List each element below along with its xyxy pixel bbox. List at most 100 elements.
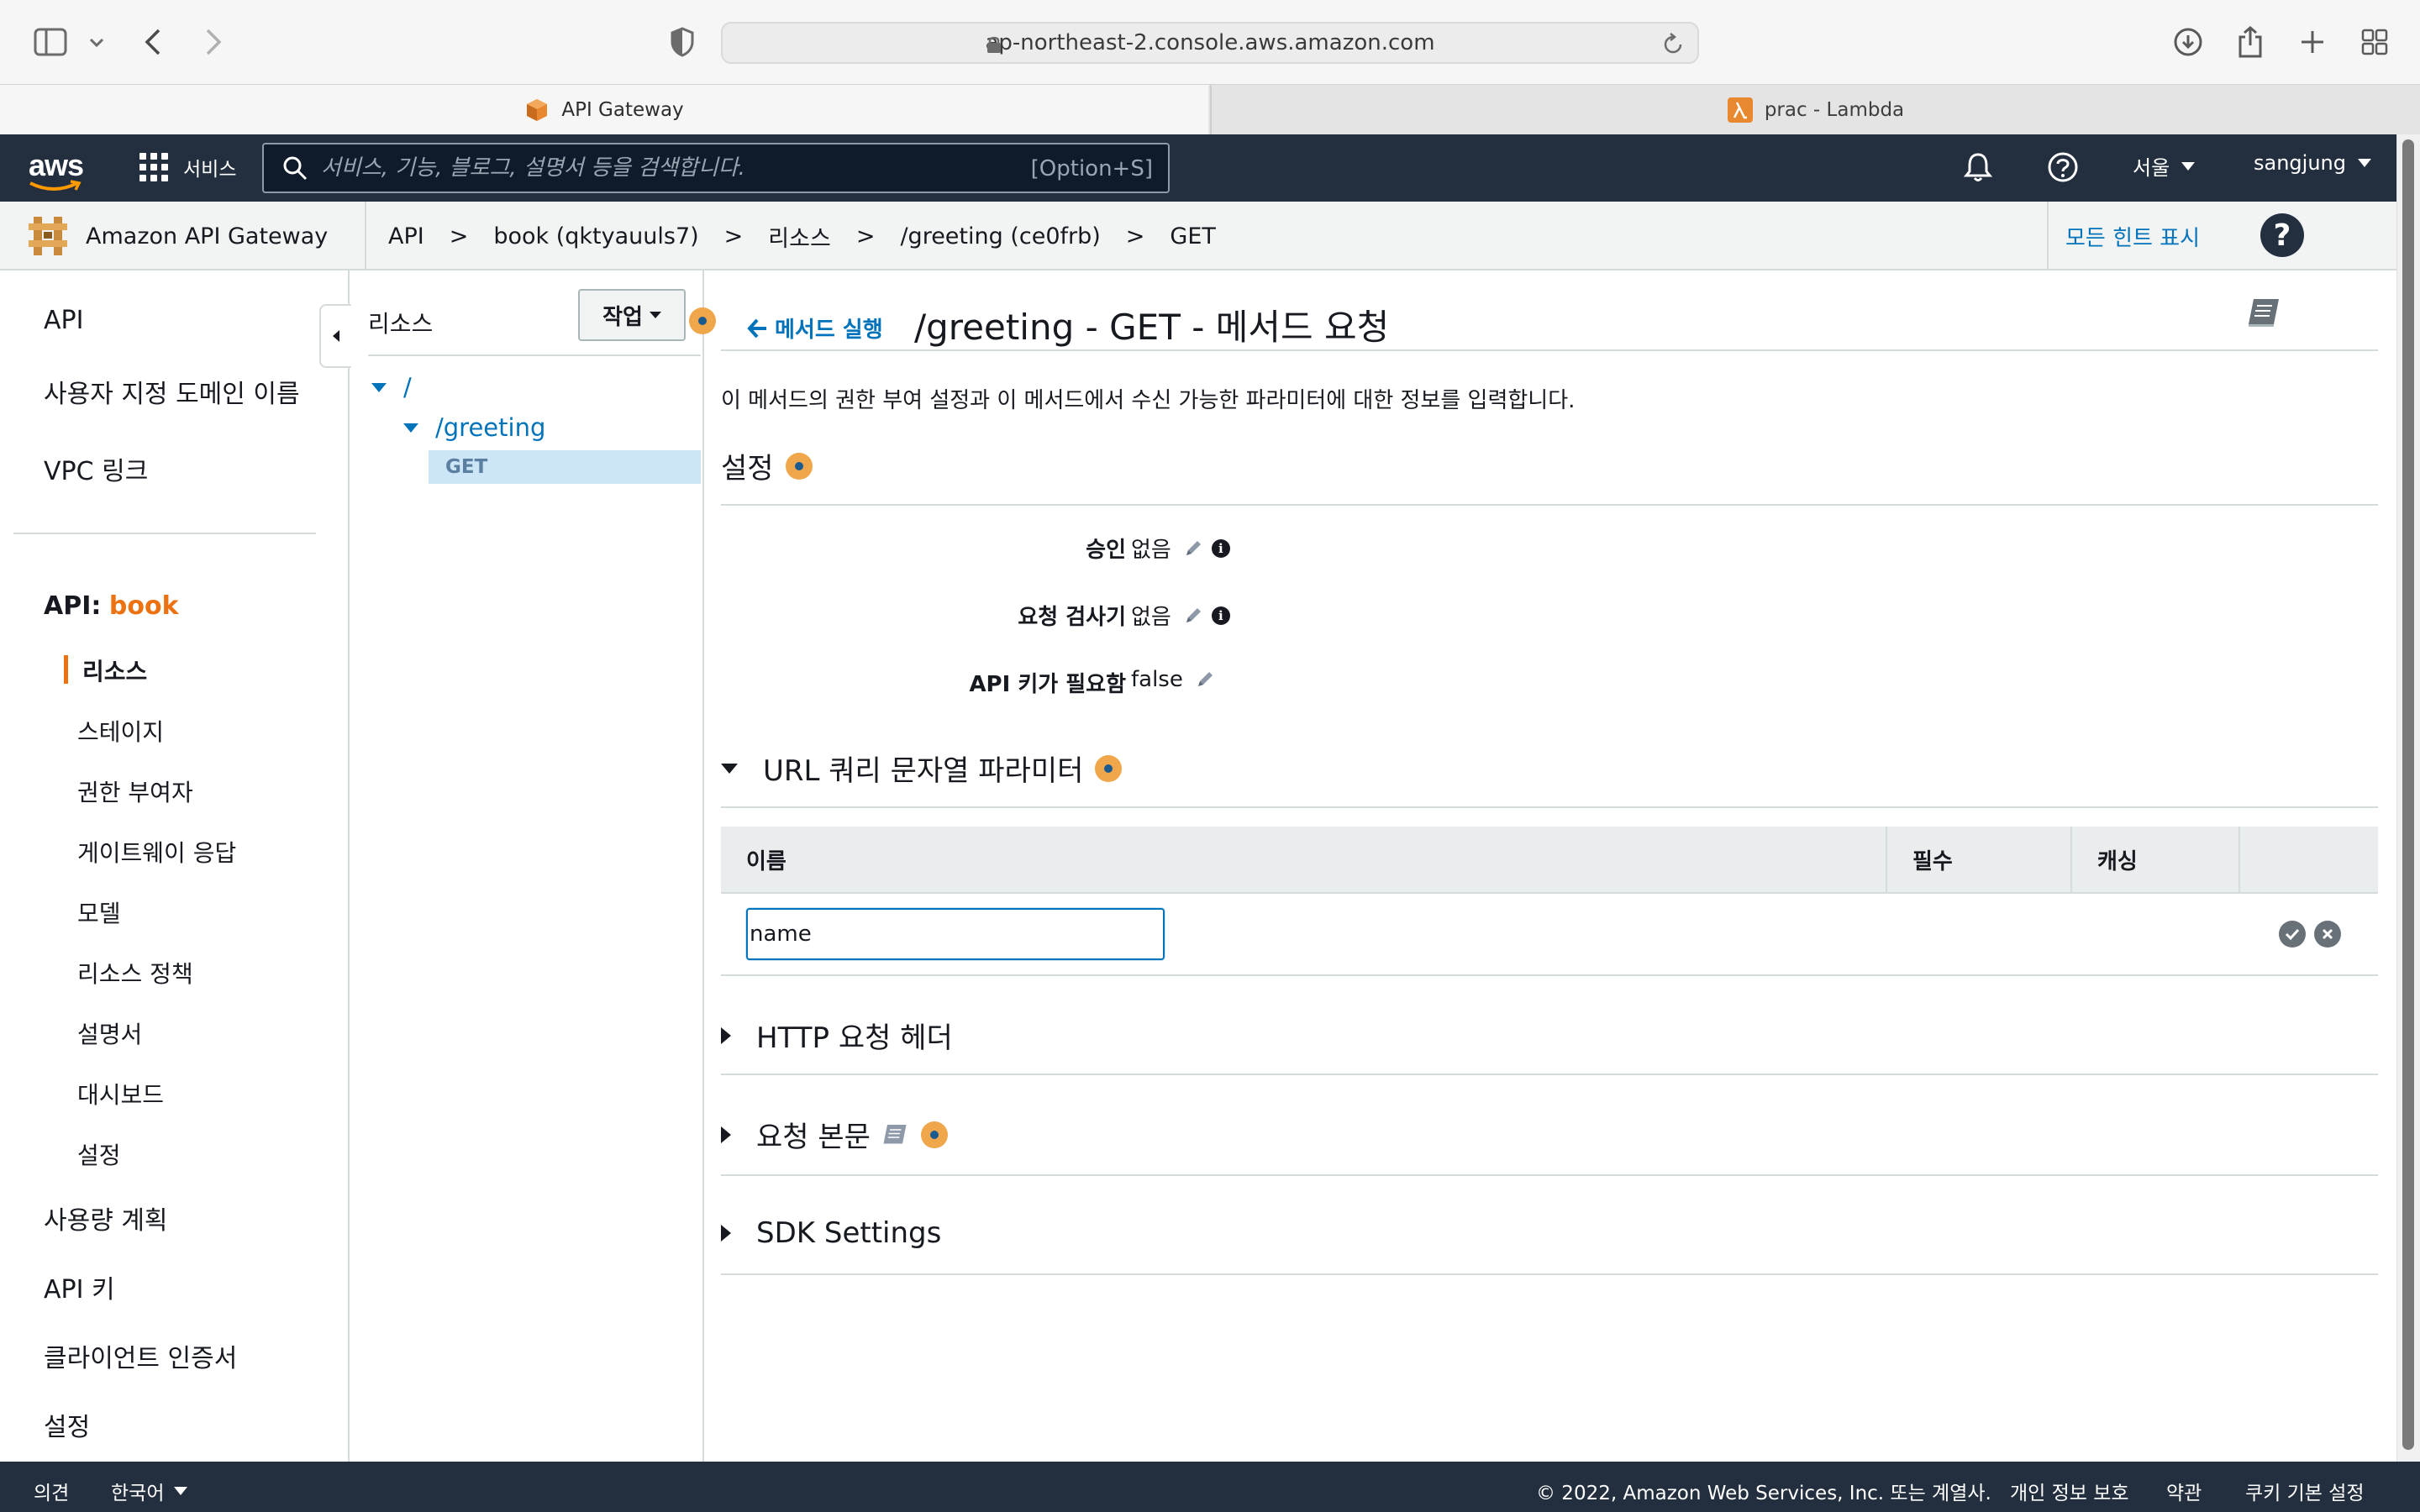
cancel-icon[interactable] (2314, 921, 2341, 948)
console-footer: 의견 한국어 © 2022, Amazon Web Services, Inc.… (0, 1462, 2420, 1512)
cookie-preferences-link[interactable]: 쿠키 기본 설정 (2245, 1477, 2365, 1505)
expand-triangle-icon[interactable] (371, 382, 387, 392)
hint-icon[interactable] (785, 452, 813, 480)
lambda-favicon-icon (1727, 97, 1753, 123)
caret-left-icon (333, 330, 339, 342)
confirm-icon[interactable] (2279, 921, 2306, 948)
nav-item-stages[interactable]: 스테이지 (77, 714, 164, 748)
breadcrumb-book[interactable]: book (qktyauuls7) (493, 223, 698, 249)
service-help-button[interactable]: ? (2260, 213, 2304, 257)
actions-dropdown-button[interactable]: 작업 (578, 289, 686, 341)
nav-item-resources[interactable]: 리소스 (82, 654, 147, 687)
breadcrumb-separator: > (723, 223, 744, 249)
browser-toolbar: ap-northeast-2.console.aws.amazon.com (0, 0, 2420, 84)
expand-triangle-icon (721, 1225, 731, 1242)
divider (721, 504, 2378, 506)
aws-smile-icon (29, 180, 82, 191)
scrollbar-thumb[interactable] (2402, 139, 2414, 1450)
search-input[interactable] (321, 155, 1010, 181)
caret-down-icon (2357, 159, 2371, 167)
method-execution-link[interactable]: 메서드 실행 (746, 312, 883, 344)
terms-link[interactable]: 약관 (2166, 1477, 2202, 1505)
shield-icon[interactable] (666, 25, 699, 59)
feedback-link[interactable]: 의견 (34, 1477, 69, 1505)
breadcrumb-api[interactable]: API (388, 223, 424, 249)
info-icon[interactable]: i (1211, 606, 1230, 625)
hint-icon[interactable] (920, 1121, 948, 1148)
nav-item-resource-policy[interactable]: 리소스 정책 (77, 956, 193, 990)
book-icon[interactable] (2245, 296, 2282, 333)
sidebar-toggle-icon[interactable] (32, 25, 69, 59)
tree-node-greeting[interactable]: /greeting (403, 413, 545, 442)
pencil-icon[interactable] (1195, 669, 1215, 690)
address-bar[interactable]: ap-northeast-2.console.aws.amazon.com (721, 22, 1699, 64)
expand-triangle-icon[interactable] (403, 423, 418, 433)
breadcrumb-resources[interactable]: 리소스 (768, 220, 831, 253)
tree-node-get-method[interactable]: GET (429, 450, 701, 484)
service-home-link[interactable]: Amazon API Gateway (27, 202, 366, 270)
page-scrollbar[interactable] (2396, 134, 2420, 1462)
request-body-section-toggle[interactable]: 요청 본문 (721, 1114, 948, 1155)
hint-icon[interactable] (1095, 754, 1123, 782)
grid-icon (139, 153, 168, 181)
table-header: 이름 필수 캐싱 (721, 827, 2378, 894)
download-icon[interactable] (2170, 25, 2207, 59)
help-button[interactable] (2047, 151, 2079, 183)
share-icon[interactable] (2233, 24, 2267, 60)
nav-item-api-settings[interactable]: 설정 (77, 1137, 121, 1171)
request-validator-label: 요청 검사기 (1018, 605, 1126, 630)
book-icon[interactable] (881, 1122, 909, 1147)
copyright-text: © 2022, Amazon Web Services, Inc. 또는 계열사… (1536, 1483, 1991, 1504)
active-indicator (64, 655, 68, 684)
section-title-text: URL 쿼리 문자열 파라미터 (763, 754, 1084, 788)
breadcrumb-get[interactable]: GET (1170, 223, 1215, 249)
reload-icon[interactable] (1662, 32, 1684, 59)
tab-overview-icon[interactable] (2358, 25, 2391, 59)
tab-lambda[interactable]: prac - Lambda (1210, 85, 2420, 135)
aws-logo[interactable]: aws (29, 148, 84, 183)
query-params-section-toggle[interactable]: URL 쿼리 문자열 파라미터 (721, 748, 1123, 789)
section-title-text: SDK Settings (756, 1216, 942, 1250)
search-box[interactable]: [Option+S] (262, 143, 1170, 193)
nav-item-documentation[interactable]: 설명서 (77, 1016, 142, 1050)
nav-item-authorizers[interactable]: 권한 부여자 (77, 774, 193, 808)
sdk-settings-section-toggle[interactable]: SDK Settings (721, 1216, 941, 1250)
new-tab-icon[interactable] (2296, 25, 2329, 59)
pencil-icon[interactable] (1183, 538, 1203, 559)
show-all-hints-button[interactable]: 모든 힌트 표시 (2047, 202, 2217, 270)
nav-item-usage-plans[interactable]: 사용량 계획 (44, 1200, 168, 1236)
services-menu-button[interactable]: 서비스 (139, 153, 236, 181)
nav-item-custom-domain[interactable]: 사용자 지정 도메인 이름 (44, 373, 300, 410)
service-breadcrumb-bar: Amazon API Gateway API > book (qktyauuls… (0, 202, 2396, 270)
pencil-icon[interactable] (1183, 606, 1203, 626)
resource-tree-panel: 리소스 작업 / /greeting GET (351, 270, 704, 1462)
region-selector[interactable]: 서울 (2133, 151, 2196, 181)
param-name-input[interactable] (746, 908, 1165, 960)
notifications-button[interactable] (1963, 151, 1993, 183)
nav-item-dashboard[interactable]: 대시보드 (77, 1077, 164, 1110)
authorization-value: 없음 i (1131, 533, 1230, 564)
search-shortcut-hint: [Option+S] (1030, 156, 1153, 181)
resource-tree-title: 리소스 (368, 310, 434, 338)
back-icon[interactable] (136, 25, 170, 59)
forward-icon[interactable] (197, 25, 230, 59)
account-menu[interactable]: sangjung (2254, 151, 2371, 175)
nav-item-api-keys[interactable]: API 키 (44, 1268, 115, 1305)
nav-item-settings[interactable]: 설정 (44, 1406, 90, 1443)
tab-api-gateway[interactable]: API Gateway (0, 85, 1208, 135)
nav-item-api[interactable]: API (44, 306, 83, 335)
nav-item-models[interactable]: 모델 (77, 895, 121, 929)
info-icon[interactable]: i (1211, 538, 1230, 558)
nav-item-vpc-links[interactable]: VPC 링크 (44, 450, 148, 487)
nav-item-gateway-responses[interactable]: 게이트웨이 응답 (77, 835, 236, 869)
browser-tab-bar: API Gateway prac - Lambda (0, 84, 2420, 135)
tree-node-label: /greeting (435, 413, 546, 442)
breadcrumb-greeting[interactable]: /greeting (ce0frb) (900, 223, 1100, 249)
http-headers-section-toggle[interactable]: HTTP 요청 헤더 (721, 1015, 953, 1056)
privacy-link[interactable]: 개인 정보 보호 (2010, 1477, 2129, 1505)
tree-node-root[interactable]: / (371, 373, 412, 402)
collapse-nav-button[interactable] (319, 304, 351, 368)
nav-item-client-certificates[interactable]: 클라이언트 인증서 (44, 1337, 237, 1374)
chevron-down-icon[interactable] (84, 30, 109, 55)
language-selector[interactable]: 한국어 (111, 1477, 188, 1505)
